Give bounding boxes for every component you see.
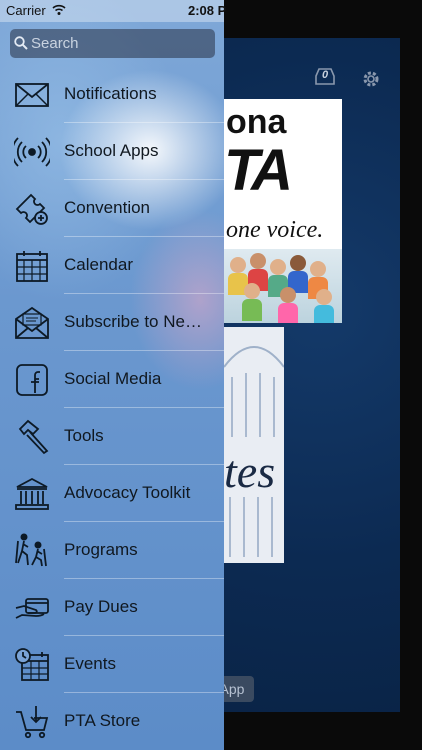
hiking-people-icon (14, 533, 50, 569)
menu-item-label: Pay Dues (64, 597, 138, 616)
menu-item-label: Notifications (64, 84, 157, 103)
menu-item-label: Advocacy Toolkit (64, 483, 191, 502)
hammer-icon (14, 419, 50, 455)
card-payment-icon (14, 590, 50, 626)
menu-item-label: PTA Store (64, 711, 141, 730)
inbox-count: 0 (322, 69, 329, 81)
drawer-menu: Notifications School Apps Convention Cal… (0, 66, 224, 750)
menu-item-label: Calendar (64, 255, 133, 274)
menu-item-label: Programs (64, 540, 138, 559)
menu-item-pay-dues[interactable]: Pay Dues (0, 579, 224, 636)
capitol-text: tes (224, 446, 276, 497)
side-drawer: Notifications School Apps Convention Cal… (0, 0, 224, 750)
menu-item-notifications[interactable]: Notifications (0, 66, 224, 123)
calendar-clock-icon (14, 647, 50, 683)
menu-item-label: Tools (64, 426, 104, 445)
clock: 2:08 P (188, 3, 227, 18)
capitol-tile[interactable]: tes (224, 327, 284, 563)
logo-pta: TA (224, 138, 293, 203)
menu-item-pta-store[interactable]: PTA Store (0, 693, 224, 750)
government-building-icon (14, 476, 50, 512)
facebook-icon (14, 362, 50, 398)
carrier-label: Carrier (6, 3, 46, 18)
pta-logo-tile[interactable]: ona TA one voice. (224, 99, 342, 323)
shopping-cart-icon (14, 704, 50, 740)
calendar-icon (14, 248, 50, 284)
menu-item-tools[interactable]: Tools (0, 408, 224, 465)
menu-item-social-media[interactable]: Social Media (0, 351, 224, 408)
menu-item-programs[interactable]: Programs (0, 522, 224, 579)
envelope-icon (14, 77, 50, 113)
menu-item-convention[interactable]: Convention (0, 180, 224, 237)
menu-item-events[interactable]: Events (0, 636, 224, 693)
broadcast-icon (14, 134, 50, 170)
children-photo (224, 249, 342, 323)
search-input[interactable] (31, 29, 211, 58)
menu-item-school-apps[interactable]: School Apps (0, 123, 224, 180)
menu-item-label: School Apps (64, 141, 159, 160)
gear-icon[interactable] (360, 68, 382, 90)
menu-item-label: Social Media (64, 369, 162, 388)
wifi-icon (52, 4, 66, 16)
menu-item-subscribe[interactable]: Subscribe to Ne… (0, 294, 224, 351)
inbox-icon[interactable]: 0 (314, 66, 336, 86)
open-envelope-icon (14, 305, 50, 341)
menu-item-label: Convention (64, 198, 151, 217)
menu-item-advocacy-toolkit[interactable]: Advocacy Toolkit (0, 465, 224, 522)
search-bar[interactable] (10, 29, 215, 58)
menu-item-label: Subscribe to Ne… (64, 312, 202, 331)
logo-tagline: one voice. (226, 217, 324, 243)
status-bar: Carrier 2:08 P (0, 0, 226, 22)
search-icon (14, 36, 28, 50)
ticket-icon (14, 191, 50, 227)
menu-item-calendar[interactable]: Calendar (0, 237, 224, 294)
menu-item-label: Events (64, 654, 116, 673)
